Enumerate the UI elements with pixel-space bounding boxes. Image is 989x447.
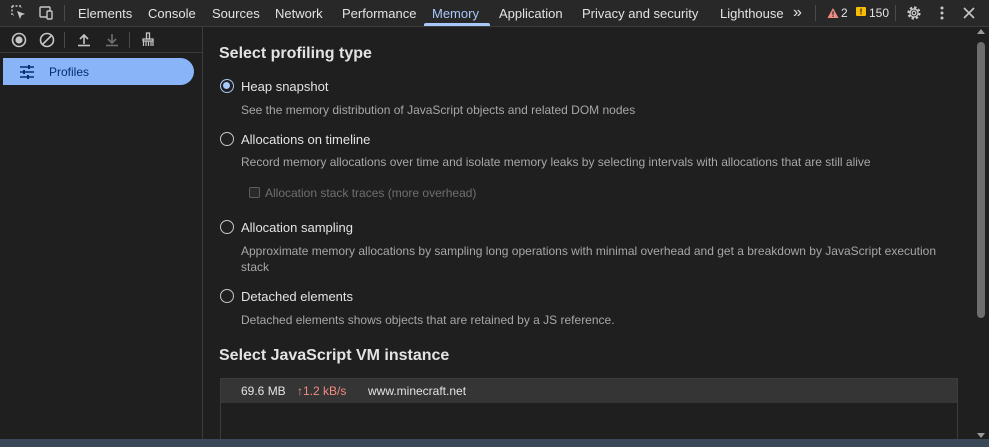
toolbar-divider — [64, 5, 65, 21]
vm-target-url: www.minecraft.net — [368, 384, 467, 398]
tab-performance[interactable]: Performance — [342, 0, 416, 26]
toolbar-divider — [815, 5, 816, 21]
issue-flag-icon — [856, 7, 866, 16]
tab-console[interactable]: Console — [148, 0, 196, 26]
vm-instance-row[interactable]: 69.6 MB ↑1.2 kB/s www.minecraft.net — [221, 379, 957, 403]
option-label-detached-elements[interactable]: Detached elements — [241, 289, 353, 304]
devtools-tab-bar: Elements Console Sources Network Perform… — [0, 0, 989, 27]
save-profile-icon[interactable] — [102, 30, 122, 50]
sidebar-item-profiles[interactable]: Profiles — [3, 58, 194, 85]
warnings-count: 2 — [841, 6, 848, 20]
tab-lighthouse[interactable]: Lighthouse — [720, 0, 784, 26]
option-desc-heap-snapshot: See the memory distribution of JavaScrip… — [241, 103, 636, 117]
warning-icon — [827, 8, 839, 18]
section-title-vm-instance: Select JavaScript VM instance — [219, 347, 450, 364]
issues-count: 150 — [869, 6, 890, 20]
vm-allocation-rate: ↑1.2 kB/s — [297, 384, 347, 398]
toolbar-divider — [64, 32, 65, 48]
collect-garbage-icon[interactable] — [138, 30, 158, 50]
more-options-icon[interactable] — [933, 4, 951, 22]
allocation-stack-traces-checkbox[interactable] — [249, 187, 260, 198]
device-toolbar-icon[interactable] — [37, 4, 55, 22]
toolbar-divider — [895, 5, 896, 21]
more-tabs-button[interactable]: » — [793, 0, 802, 26]
tab-application[interactable]: Application — [499, 0, 563, 26]
clear-all-profiles-icon[interactable] — [37, 30, 57, 50]
radio-allocations-on-timeline[interactable] — [220, 132, 234, 146]
memory-toolbar — [0, 27, 202, 53]
option-label-allocation-sampling[interactable]: Allocation sampling — [241, 220, 353, 235]
active-tab-indicator — [424, 23, 490, 26]
allocation-stack-traces-label: Allocation stack traces (more overhead) — [265, 186, 477, 200]
tab-sources[interactable]: Sources — [212, 0, 260, 26]
option-label-allocations-on-timeline[interactable]: Allocations on timeline — [241, 132, 370, 147]
toolbar-divider — [129, 32, 130, 48]
tab-privacy-and-security[interactable]: Privacy and security — [582, 0, 698, 26]
option-desc-detached-elements: Detached elements shows objects that are… — [241, 313, 615, 327]
option-desc-allocation-sampling: Approximate memory allocations by sampli… — [241, 244, 937, 274]
radio-detached-elements[interactable] — [220, 289, 234, 303]
radio-heap-snapshot[interactable] — [220, 79, 234, 93]
load-profile-icon[interactable] — [74, 30, 94, 50]
vm-instance-list: 69.6 MB ↑1.2 kB/s www.minecraft.net — [220, 378, 958, 447]
scrollbar-thumb[interactable] — [977, 42, 985, 318]
option-desc-allocations-on-timeline: Record memory allocations over time and … — [241, 155, 871, 169]
option-label-heap-snapshot[interactable]: Heap snapshot — [241, 79, 328, 94]
sidebar-item-label: Profiles — [49, 65, 90, 79]
inspect-element-icon[interactable] — [10, 4, 28, 22]
scroll-up-arrow-icon[interactable] — [977, 29, 985, 34]
profiling-type-panel: Select profiling type Heap snapshot See … — [203, 27, 989, 447]
profiles-sidebar: Profiles — [0, 27, 203, 447]
bottom-action-bar — [0, 439, 989, 447]
section-title-profiling-type: Select profiling type — [219, 45, 372, 62]
scroll-down-arrow-icon[interactable] — [977, 433, 985, 438]
tab-elements[interactable]: Elements — [78, 0, 132, 26]
vm-heap-size: 69.6 MB — [241, 384, 286, 398]
tab-network[interactable]: Network — [275, 0, 323, 26]
radio-allocation-sampling[interactable] — [220, 220, 234, 234]
record-icon[interactable] — [9, 30, 29, 50]
tune-sliders-icon — [19, 64, 35, 80]
close-icon[interactable] — [960, 4, 978, 22]
settings-gear-icon[interactable] — [905, 4, 923, 22]
